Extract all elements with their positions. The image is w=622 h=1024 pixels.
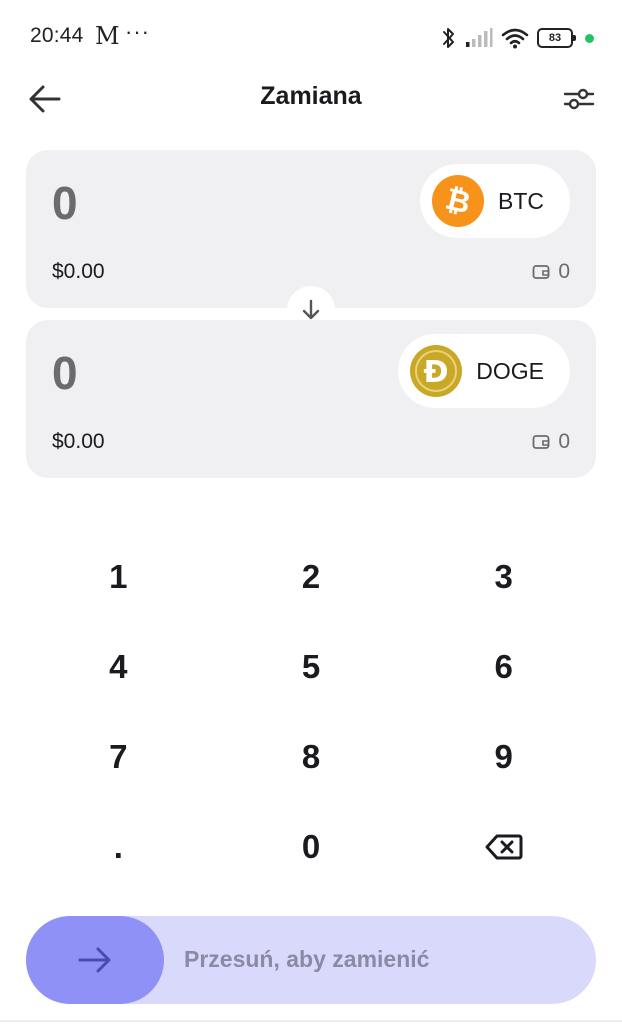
wallet-icon [532, 435, 550, 449]
battery-icon: 83 [537, 28, 576, 48]
sliders-icon [563, 88, 595, 110]
page-title: Zamiana [260, 82, 362, 110]
status-icons: 83 [433, 24, 594, 52]
gmail-notification-icon: M [95, 22, 120, 50]
key-4[interactable]: 4 [22, 622, 215, 712]
wifi-icon [501, 28, 529, 49]
status-bar: 20:44 M ··· 83 [0, 0, 622, 76]
swap-to-card: 0 Ð DOGE $0.00 0 [26, 320, 596, 478]
wallet-icon [532, 265, 550, 279]
to-amount-value: 0 [52, 347, 78, 399]
key-2[interactable]: 2 [215, 532, 408, 622]
slide-to-swap[interactable]: Przesuń, aby zamienić [26, 916, 596, 1004]
battery-level: 83 [548, 32, 562, 44]
slide-to-swap-handle[interactable] [26, 916, 164, 1004]
privacy-indicator-dot [585, 33, 594, 43]
key-9[interactable]: 9 [407, 712, 600, 802]
from-token-symbol: BTC [498, 187, 544, 214]
btc-glyph: ₿ [442, 182, 474, 222]
doge-glyph: Ð [424, 355, 449, 390]
backspace-icon [485, 834, 523, 860]
key-3[interactable]: 3 [407, 532, 600, 622]
from-token-selector[interactable]: ₿ BTC [420, 164, 570, 238]
key-1[interactable]: 1 [22, 532, 215, 622]
from-balance: 0 [532, 260, 570, 284]
swap-from-card: 0 ₿ BTC $0.00 0 [26, 150, 596, 308]
status-time: 20:44 [30, 24, 84, 47]
to-balance-value: 0 [558, 430, 570, 453]
signal-icon [466, 28, 493, 47]
key-6[interactable]: 6 [407, 622, 600, 712]
key-decimal[interactable]: . [22, 802, 215, 892]
to-usd-value: $0.00 [52, 430, 105, 453]
bottom-divider [0, 1020, 622, 1022]
swap-settings-button[interactable] [562, 82, 596, 116]
key-0[interactable]: 0 [215, 802, 408, 892]
key-5[interactable]: 5 [215, 622, 408, 712]
more-notifications-icon: ··· [125, 19, 150, 44]
to-token-selector[interactable]: Ð DOGE [398, 334, 570, 408]
slide-to-swap-label: Przesuń, aby zamienić [184, 946, 430, 972]
from-usd-value: $0.00 [52, 260, 105, 283]
to-token-symbol: DOGE [476, 357, 544, 384]
arrow-right-icon [78, 947, 111, 973]
key-8[interactable]: 8 [215, 712, 408, 802]
btc-logo-icon: ₿ [432, 175, 484, 227]
numeric-keypad: 1 2 3 4 5 6 7 8 9 . 0 [22, 532, 600, 892]
to-balance: 0 [532, 430, 570, 454]
arrow-down-icon [302, 299, 320, 320]
bluetooth-icon [443, 28, 454, 48]
app-header: Zamiana [0, 76, 622, 120]
from-amount-input[interactable]: 0 [52, 176, 78, 230]
key-7[interactable]: 7 [22, 712, 215, 802]
key-backspace[interactable] [407, 802, 600, 892]
from-balance-value: 0 [558, 260, 570, 283]
doge-logo-icon: Ð [410, 345, 463, 397]
